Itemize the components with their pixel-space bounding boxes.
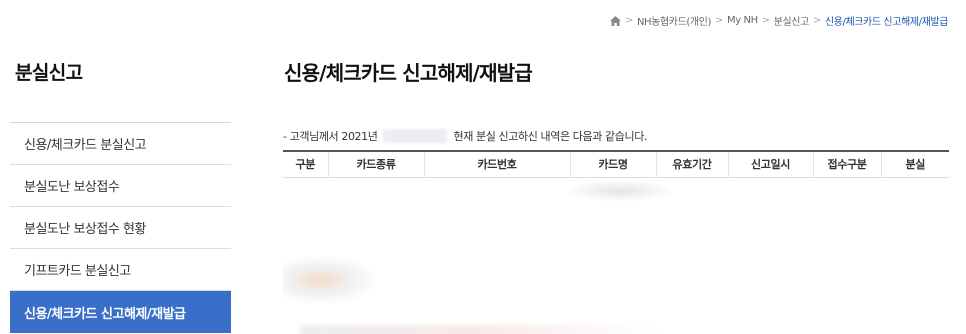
note-suffix: 현재 분실 신고하신 내역은 다음과 같습니다.: [453, 130, 648, 143]
column-header-expiry: 유효기간: [656, 150, 729, 178]
note-prefix: - 고객님께서 2021년: [283, 130, 378, 143]
breadcrumb-separator: >: [761, 15, 770, 26]
table-header-row: 구분 카드종류 카드번호 카드명 유효기간 신고일시 접수구분 분실: [283, 150, 949, 178]
sidebar-item-release-reissue[interactable]: 신용/체크카드 신고해제/재발급: [10, 291, 231, 333]
column-header-card-name: 카드명: [570, 150, 657, 178]
column-header-receipt-type: 접수구분: [813, 150, 882, 178]
redacted-date: [383, 129, 448, 143]
breadcrumb-item-nh-card[interactable]: NH농협카드(개인): [637, 13, 711, 28]
breadcrumb-separator: >: [714, 15, 723, 26]
page-title: 신용/체크카드 신고해제/재발급: [284, 61, 533, 85]
column-header-card-kind: 카드종류: [328, 150, 425, 178]
redacted-content: [283, 255, 378, 305]
sidebar-item-card-lost-report[interactable]: 신용/체크카드 분실신고: [10, 123, 231, 165]
sidebar-title: 분실신고: [15, 62, 83, 84]
lost-history-table: 구분 카드종류 카드번호 카드명 유효기간 신고일시 접수구분 분실: [283, 150, 949, 178]
column-header-type: 구분: [283, 150, 329, 178]
history-note: - 고객님께서 2021년 현재 분실 신고하신 내역은 다음과 같습니다.: [283, 128, 647, 144]
sidebar-item-compensation-status[interactable]: 분실도난 보상접수 현황: [10, 207, 231, 249]
sidebar-nav: 신용/체크카드 분실신고 분실도난 보상접수 분실도난 보상접수 현황 기프트카…: [10, 122, 231, 333]
breadcrumb-item-my-nh[interactable]: My NH: [727, 15, 758, 26]
home-icon[interactable]: [609, 15, 621, 26]
column-header-lost: 분실: [881, 150, 949, 178]
sidebar-item-theft-compensation[interactable]: 분실도난 보상접수: [10, 165, 231, 207]
breadcrumb-separator: >: [624, 15, 633, 26]
redacted-card-name: [565, 180, 675, 202]
sidebar-item-giftcard-lost-report[interactable]: 기프트카드 분실신고: [10, 249, 231, 291]
redacted-footnote: [300, 325, 660, 334]
breadcrumb-separator: >: [812, 15, 821, 26]
breadcrumb-current: 신용/체크카드 신고해제/재발급: [824, 17, 949, 28]
column-header-report-date: 신고일시: [728, 150, 814, 178]
breadcrumb-item-lost-report[interactable]: 분실신고: [774, 13, 810, 28]
column-header-card-number: 카드번호: [424, 150, 571, 178]
breadcrumb: > NH농협카드(개인) > My NH > 분실신고 > 신용/체크카드 신고…: [609, 13, 949, 28]
